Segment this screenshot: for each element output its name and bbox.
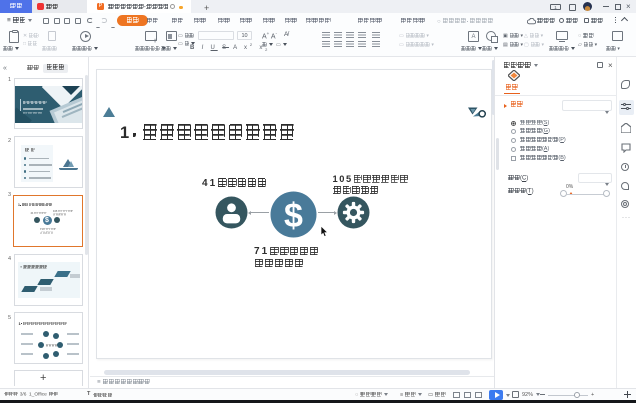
svg-text:$: $ bbox=[284, 197, 303, 235]
